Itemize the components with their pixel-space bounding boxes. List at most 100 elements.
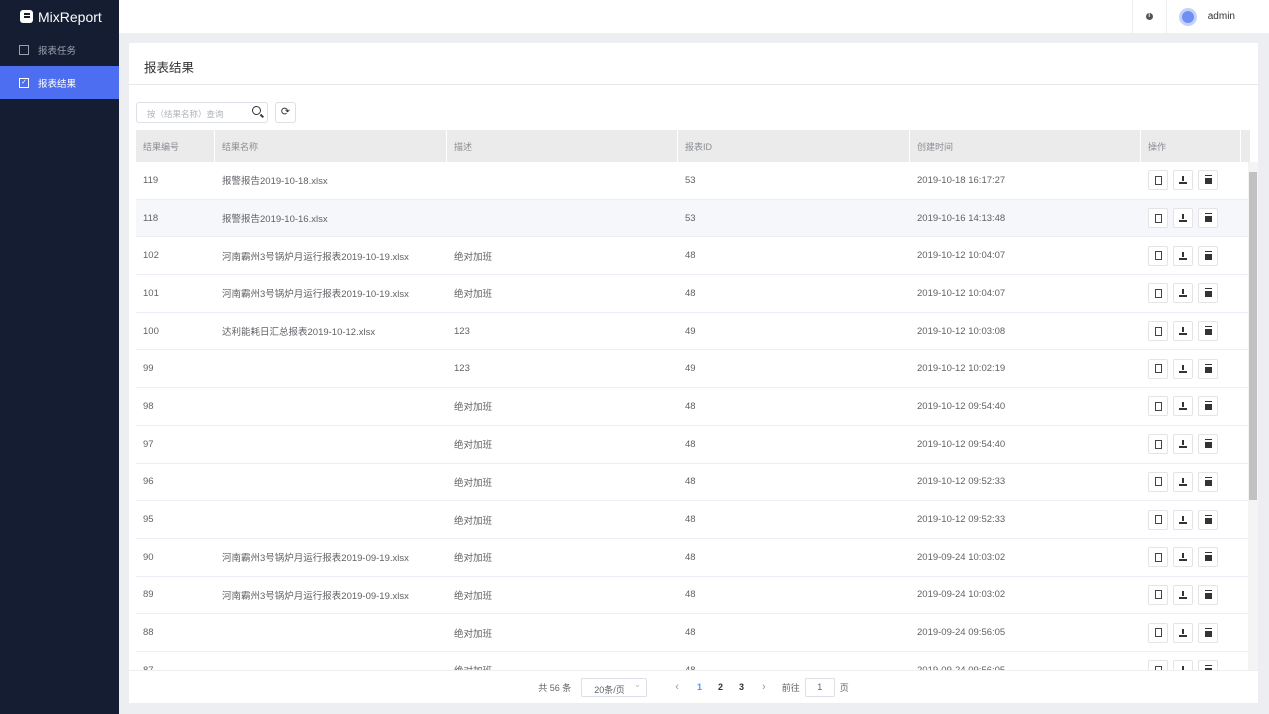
table-row: 88绝对加班482019-09-24 09:56:05 [136, 614, 1251, 652]
sidebar-item-report-tasks[interactable]: 报表任务 [0, 33, 119, 66]
preview-button[interactable] [1148, 359, 1168, 379]
download-button[interactable] [1173, 547, 1193, 567]
username: admin [1208, 11, 1235, 22]
preview-button[interactable] [1148, 547, 1168, 567]
preview-button[interactable] [1148, 472, 1168, 492]
delete-button[interactable] [1198, 321, 1218, 341]
search-icon[interactable] [252, 106, 261, 115]
download-button[interactable] [1173, 472, 1193, 492]
info-button[interactable]: i [1132, 0, 1166, 33]
preview-button[interactable] [1148, 434, 1168, 454]
cell-result-name: 河南霸州3号锅炉月运行报表2019-10-19.xlsx [215, 237, 447, 274]
download-icon [1179, 365, 1187, 373]
document-icon [1155, 214, 1162, 223]
delete-button[interactable] [1198, 283, 1218, 303]
page-suffix: 页 [840, 681, 849, 694]
preview-button[interactable] [1148, 585, 1168, 605]
delete-button[interactable] [1198, 585, 1218, 605]
delete-button[interactable] [1198, 660, 1218, 670]
preview-button[interactable] [1148, 321, 1168, 341]
table-row: 98绝对加班482019-10-12 09:54:40 [136, 388, 1251, 426]
download-button[interactable] [1173, 396, 1193, 416]
cell-created-time: 2019-10-12 09:52:33 [910, 464, 1141, 501]
logo[interactable]: MixReport [0, 0, 119, 33]
preview-button[interactable] [1148, 623, 1168, 643]
cell-report-id: 48 [678, 388, 910, 425]
table-row: 95绝对加班482019-10-12 09:52:33 [136, 501, 1251, 539]
download-button[interactable] [1173, 170, 1193, 190]
delete-button[interactable] [1198, 510, 1218, 530]
goto-page-input[interactable]: 1 [805, 678, 835, 697]
cell-created-time: 2019-10-12 09:54:40 [910, 426, 1141, 463]
refresh-button[interactable]: ⟳ [275, 102, 296, 123]
page-3[interactable]: 3 [739, 682, 744, 692]
header-id: 结果编号 [136, 130, 215, 162]
delete-button[interactable] [1198, 547, 1218, 567]
cell-result-id: 99 [136, 350, 215, 387]
page-size-select[interactable]: 20条/页 [581, 678, 647, 697]
page-1[interactable]: 1 [697, 682, 702, 692]
preview-button[interactable] [1148, 283, 1168, 303]
preview-button[interactable] [1148, 660, 1168, 670]
cell-result-id: 96 [136, 464, 215, 501]
download-button[interactable] [1173, 359, 1193, 379]
cell-created-time: 2019-09-24 10:03:02 [910, 539, 1141, 576]
download-button[interactable] [1173, 208, 1193, 228]
content-card: 报表结果 按（结果名称）查询 ⟳ 结果编号 结果名称 描述 报表ID 创建时间 … [129, 43, 1258, 703]
document-icon [1155, 553, 1162, 562]
download-icon [1179, 553, 1187, 561]
cell-description: 绝对加班 [447, 426, 678, 463]
user-menu[interactable]: admin [1166, 0, 1269, 33]
download-button[interactable] [1173, 660, 1193, 670]
delete-button[interactable] [1198, 623, 1218, 643]
table-row: 90河南霸州3号锅炉月运行报表2019-09-19.xlsx绝对加班482019… [136, 539, 1251, 577]
download-button[interactable] [1173, 434, 1193, 454]
cell-result-name: 河南霸州3号锅炉月运行报表2019-09-19.xlsx [215, 539, 447, 576]
table-header: 结果编号 结果名称 描述 报表ID 创建时间 操作 [136, 130, 1251, 162]
delete-button[interactable] [1198, 208, 1218, 228]
delete-button[interactable] [1198, 359, 1218, 379]
preview-button[interactable] [1148, 396, 1168, 416]
trash-icon [1205, 440, 1212, 448]
prev-page-button[interactable]: ‹ [675, 681, 679, 693]
download-icon [1179, 252, 1187, 260]
download-button[interactable] [1173, 510, 1193, 530]
document-icon [1155, 327, 1162, 336]
download-button[interactable] [1173, 585, 1193, 605]
cell-actions [1141, 200, 1241, 237]
cell-result-name [215, 388, 447, 425]
delete-button[interactable] [1198, 170, 1218, 190]
next-page-button[interactable]: › [762, 681, 766, 693]
preview-button[interactable] [1148, 246, 1168, 266]
cell-result-name [215, 501, 447, 538]
delete-button[interactable] [1198, 434, 1218, 454]
cell-created-time: 2019-10-12 10:04:07 [910, 237, 1141, 274]
cell-description: 123 [447, 350, 678, 387]
table-row: 97绝对加班482019-10-12 09:54:40 [136, 426, 1251, 464]
delete-button[interactable] [1198, 472, 1218, 492]
trash-icon [1205, 252, 1212, 260]
page-2[interactable]: 2 [718, 682, 723, 692]
delete-button[interactable] [1198, 396, 1218, 416]
table-scrollbar[interactable] [1248, 162, 1258, 670]
cell-description: 绝对加班 [447, 464, 678, 501]
cell-result-name: 达利能耗日汇总报表2019-10-12.xlsx [215, 313, 447, 350]
scrollbar-thumb[interactable] [1249, 172, 1257, 500]
preview-button[interactable] [1148, 510, 1168, 530]
delete-button[interactable] [1198, 246, 1218, 266]
header-actions: 操作 [1141, 130, 1241, 162]
cell-description: 绝对加班 [447, 652, 678, 670]
search-input[interactable]: 按（结果名称）查询 [136, 102, 268, 123]
cell-report-id: 48 [678, 464, 910, 501]
cell-result-name [215, 426, 447, 463]
download-icon [1179, 591, 1187, 599]
download-button[interactable] [1173, 246, 1193, 266]
sidebar-item-report-results[interactable]: ✓报表结果 [0, 66, 119, 99]
download-button[interactable] [1173, 623, 1193, 643]
download-button[interactable] [1173, 321, 1193, 341]
download-button[interactable] [1173, 283, 1193, 303]
cell-actions [1141, 464, 1241, 501]
preview-button[interactable] [1148, 208, 1168, 228]
cell-report-id: 48 [678, 501, 910, 538]
preview-button[interactable] [1148, 170, 1168, 190]
